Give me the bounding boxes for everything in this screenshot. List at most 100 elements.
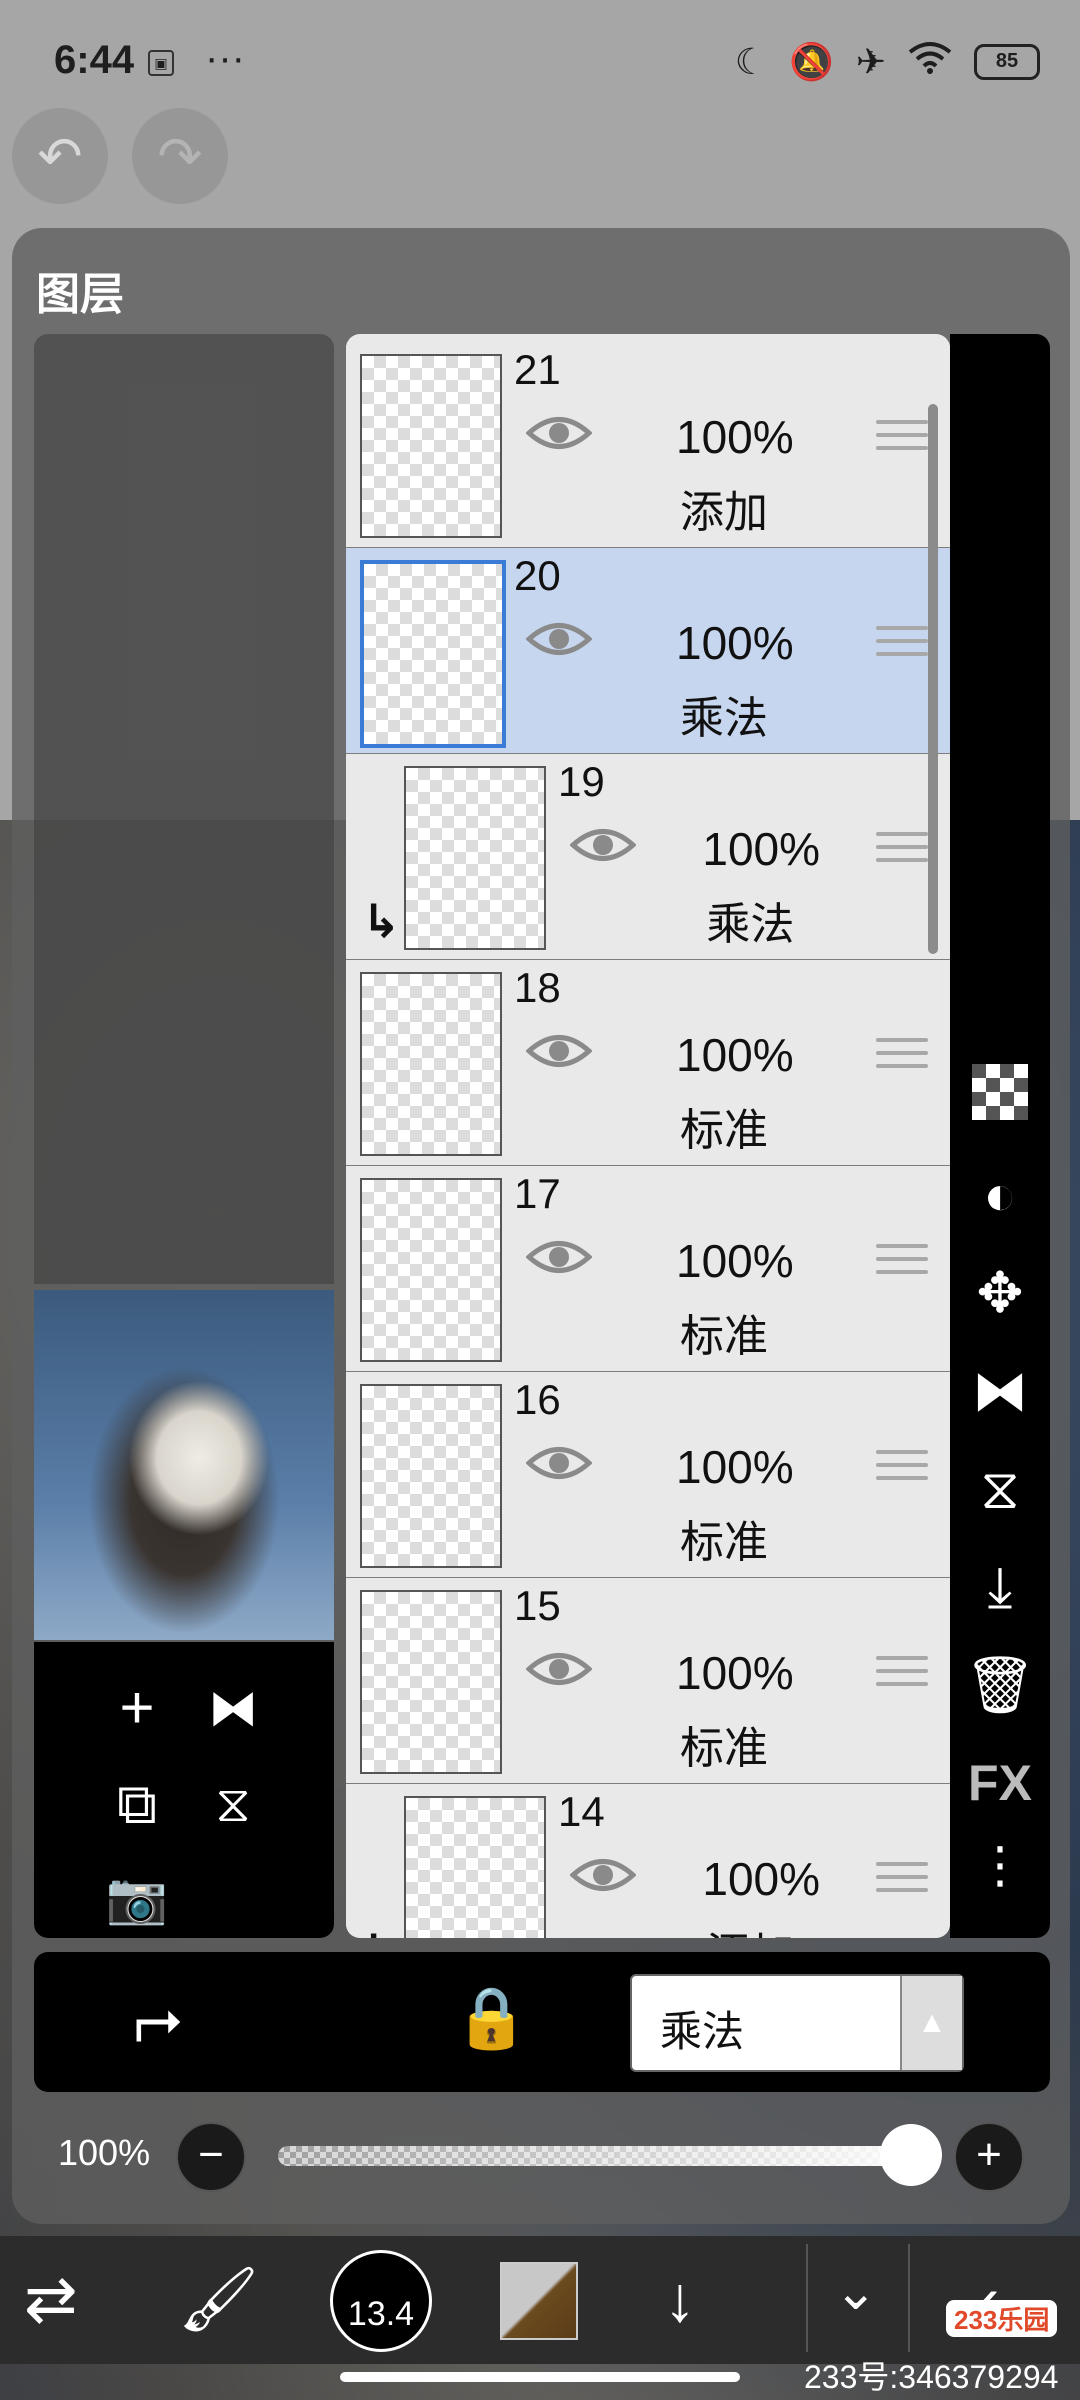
layer-row[interactable]: ↳ 14 100% 添加	[346, 1784, 950, 1938]
layer-opacity: 100%	[676, 1235, 794, 1287]
layer-row[interactable]: 18 100% 标准	[346, 960, 950, 1167]
battery-icon: 85	[974, 43, 1040, 80]
blend-mode-select[interactable]: 乘法 ▲	[630, 1974, 964, 2072]
flip-layer-vertical-icon[interactable]: ⧖	[950, 1456, 1050, 1523]
status-icons: ☾ 🔕 ✈ 85	[735, 40, 1040, 83]
invert-circle-icon[interactable]: ◐	[950, 1162, 1050, 1227]
tool-switch-icon[interactable]: ⇄	[24, 2262, 78, 2337]
layer-number: 19	[558, 758, 605, 805]
layer-row[interactable]: 17 100% 标准	[346, 1166, 950, 1373]
layer-row[interactable]: 16 100% 标准	[346, 1372, 950, 1579]
drag-handle-icon[interactable]	[876, 1656, 928, 1696]
add-layer-icon[interactable]: +	[102, 1678, 172, 1738]
layer-number: 17	[514, 1170, 561, 1217]
status-more: ···	[205, 36, 245, 80]
layer-number: 15	[514, 1582, 561, 1629]
layer-row[interactable]: 15 100% 标准	[346, 1578, 950, 1785]
redo-icon: ↷	[157, 126, 203, 187]
opacity-slider-thumb[interactable]	[880, 2124, 942, 2186]
left-tools: + ⧓ ⧉ ⧖ 📷	[34, 1642, 334, 1938]
layer-thumbnail[interactable]	[360, 1590, 502, 1774]
clipping-arrow-icon: ↳	[362, 1924, 401, 1938]
visibility-eye-icon[interactable]	[569, 824, 637, 866]
layer-number: 16	[514, 1376, 561, 1423]
mute-icon: 🔕	[789, 40, 834, 82]
visibility-eye-icon[interactable]	[525, 412, 593, 454]
move-icon[interactable]: ✥	[950, 1260, 1050, 1326]
layer-number: 20	[514, 552, 561, 599]
flip-vertical-icon[interactable]: ⧖	[198, 1774, 268, 1834]
redo-button[interactable]: ↷	[132, 108, 228, 204]
layer-row[interactable]: 21 100% 添加	[346, 342, 950, 549]
blend-bar: ⮣ 🔒 乘法 ▲	[34, 1952, 1050, 2092]
layer-thumbnail[interactable]	[360, 560, 506, 748]
toolbar-separator	[806, 2244, 808, 2352]
layer-thumbnail[interactable]	[404, 766, 546, 950]
moon-icon: ☾	[734, 40, 767, 82]
visibility-eye-icon[interactable]	[569, 1854, 637, 1896]
undo-button[interactable]: ↶	[12, 108, 108, 204]
layer-opacity: 100%	[676, 617, 794, 669]
layer-blend-mode: 乘法	[706, 900, 795, 949]
canvas-thumbnail[interactable]	[34, 1290, 334, 1640]
color-swatch[interactable]	[500, 2262, 578, 2340]
watermark-id: 233号:346379294	[804, 2359, 1059, 2395]
layer-list-scrollbar[interactable]	[928, 404, 938, 954]
canvas-preview-area	[34, 334, 334, 1284]
layer-opacity: 100%	[702, 823, 821, 875]
layer-number: 14	[558, 1788, 605, 1835]
visibility-eye-icon[interactable]	[525, 618, 593, 660]
opacity-decrease-button[interactable]: −	[176, 2122, 246, 2192]
visibility-eye-icon[interactable]	[525, 1442, 593, 1484]
flip-layer-horizontal-icon[interactable]: ⧓	[950, 1358, 1050, 1424]
notification-app-icon: ▣	[148, 50, 174, 76]
lock-alpha-icon[interactable]: 🔒	[454, 1982, 529, 2053]
layer-opacity: 100%	[676, 1029, 794, 1081]
layer-row[interactable]: ↳ 19 100% 乘法	[346, 754, 950, 961]
layer-row[interactable]: 20 100% 乘法	[346, 548, 950, 755]
drag-handle-icon[interactable]	[876, 1450, 928, 1490]
drag-handle-icon[interactable]	[876, 626, 928, 666]
layer-blend-mode: 添加	[706, 1918, 794, 1938]
layer-thumbnail[interactable]	[360, 972, 502, 1156]
more-options-icon[interactable]: ⋮	[950, 1840, 1050, 1890]
drag-handle-icon[interactable]	[876, 832, 928, 872]
drag-handle-icon[interactable]	[876, 1862, 928, 1902]
layer-blend-mode: 乘法	[680, 694, 768, 743]
clipping-icon[interactable]: ⮣	[134, 1982, 182, 2052]
flip-horizontal-icon[interactable]: ⧓	[198, 1678, 268, 1738]
merge-down-icon[interactable]: ⤓	[950, 1554, 1050, 1621]
visibility-eye-icon[interactable]	[525, 1648, 593, 1690]
layer-thumbnail[interactable]	[360, 1384, 502, 1568]
trash-icon[interactable]: 🗑	[950, 1652, 1050, 1718]
transparency-checker-icon[interactable]	[950, 1064, 1050, 1133]
fx-button[interactable]: FX	[950, 1754, 1050, 1812]
brush-size-button[interactable]: 13.4	[330, 2250, 432, 2352]
layer-thumbnail[interactable]	[360, 354, 502, 538]
layer-thumbnail[interactable]	[404, 1796, 546, 1938]
visibility-eye-icon[interactable]	[525, 1236, 593, 1278]
visibility-eye-icon[interactable]	[525, 1030, 593, 1072]
dropdown-arrow-icon: ▲	[900, 1976, 962, 2070]
scroll-down-icon[interactable]: ↓	[664, 2262, 696, 2336]
layer-list[interactable]: 21 100% 添加 20 100% 乘法 ↳ 19 100% 乘法 18 100% 标准 17 100% 标…	[346, 334, 950, 1938]
drag-handle-icon[interactable]	[876, 1038, 928, 1078]
drag-handle-icon[interactable]	[876, 1244, 928, 1284]
status-time: 6:44	[54, 38, 135, 82]
drag-handle-icon[interactable]	[876, 420, 928, 460]
home-indicator[interactable]	[340, 2372, 740, 2382]
layer-blend-mode: 标准	[680, 1312, 768, 1361]
brush-icon[interactable]: 🖌	[178, 2262, 259, 2337]
camera-icon[interactable]: 📷	[102, 1868, 172, 1928]
layer-thumbnail[interactable]	[360, 1178, 502, 1362]
watermark-badge: 233乐园	[946, 2300, 1058, 2337]
opacity-slider[interactable]	[278, 2146, 902, 2166]
opacity-row: 100% − +	[34, 2112, 1050, 2202]
panel-title: 图层	[36, 270, 124, 319]
duplicate-layer-icon[interactable]: ⧉	[102, 1774, 172, 1834]
layer-number: 18	[514, 964, 561, 1011]
opacity-increase-button[interactable]: +	[954, 2122, 1024, 2192]
chevron-down-icon[interactable]: ⌄	[834, 2262, 878, 2322]
layer-opacity: 100%	[676, 1647, 794, 1699]
toolbar-separator	[908, 2244, 910, 2352]
